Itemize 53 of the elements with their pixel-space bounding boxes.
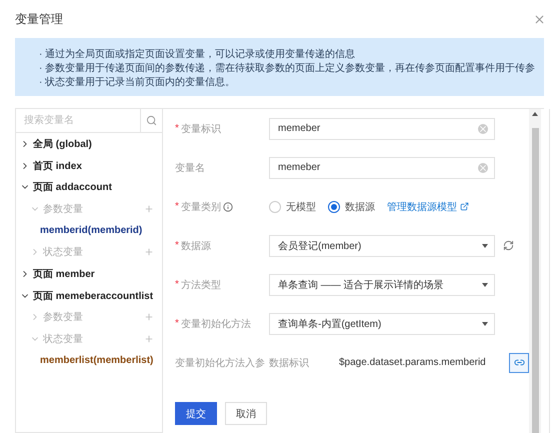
required-mark: * bbox=[175, 240, 179, 251]
refresh-icon[interactable] bbox=[503, 240, 514, 251]
external-link-icon[interactable] bbox=[460, 202, 469, 211]
info-icon[interactable] bbox=[222, 202, 233, 212]
param-label: 数据标识 bbox=[269, 356, 309, 370]
caret-icon bbox=[482, 282, 488, 286]
required-mark: * bbox=[175, 201, 179, 212]
radio-label[interactable]: 数据源 bbox=[345, 200, 375, 214]
select-field[interactable]: 查询单条-内置(getItem) bbox=[269, 312, 495, 334]
required-mark: * bbox=[175, 318, 179, 329]
text-field[interactable]: memeber bbox=[269, 118, 495, 140]
tree-item[interactable]: 首页 index bbox=[33, 158, 82, 173]
field-label: 变量初始化方法入参 bbox=[175, 356, 265, 370]
field-label: 变量初始化方法 bbox=[180, 318, 251, 330]
dialog-title: 变量管理 bbox=[15, 10, 63, 28]
required-mark: * bbox=[175, 123, 179, 134]
manage-link[interactable]: 管理数据源模型 bbox=[387, 200, 469, 214]
link-button[interactable] bbox=[509, 352, 529, 372]
clear-icon[interactable] bbox=[478, 124, 488, 134]
close-icon[interactable] bbox=[533, 12, 546, 26]
field-label: 数据源 bbox=[180, 240, 211, 252]
caret-icon bbox=[482, 244, 488, 248]
field-label: 变量名 bbox=[175, 162, 205, 174]
add-icon[interactable] bbox=[144, 247, 154, 258]
caret-icon bbox=[482, 322, 488, 326]
cancel-button[interactable]: 取消 bbox=[225, 402, 267, 425]
add-icon[interactable] bbox=[144, 204, 154, 214]
radio-button[interactable] bbox=[328, 200, 340, 212]
tree-item[interactable]: 页面 memeberaccountlist bbox=[33, 288, 154, 303]
scrollbar[interactable] bbox=[529, 109, 541, 433]
text-field[interactable]: memeber bbox=[269, 156, 495, 178]
clear-icon[interactable] bbox=[478, 162, 488, 172]
field-label: 方法类型 bbox=[180, 278, 221, 292]
select-field[interactable]: 会员登记(member) bbox=[269, 234, 495, 256]
search-icon bbox=[146, 115, 157, 126]
field-label: 变量标识 bbox=[180, 122, 221, 136]
tree-item[interactable]: 全局 (global) bbox=[33, 136, 92, 151]
notice-line: · 参数变量用于传递页面间的参数传递，需在待获取参数的页面上定义参数变量，再在传参页面配置事件用于传参 bbox=[39, 62, 536, 75]
required-mark: * bbox=[175, 279, 179, 290]
tree-item[interactable]: 页面 addaccount bbox=[33, 180, 112, 194]
notice-line: · 通过为全局页面或指定页面设置变量，可以记录或使用变量传递的信息 bbox=[39, 48, 356, 61]
select-field[interactable]: 单条查询 —— 适合于展示详情的场景 bbox=[269, 274, 495, 296]
radio-label[interactable]: 无模型 bbox=[286, 200, 316, 214]
add-icon[interactable] bbox=[144, 334, 154, 344]
field-label: 变量类别 bbox=[180, 200, 221, 214]
param-value: $page.dataset.params.memberid bbox=[339, 357, 487, 368]
variable-item[interactable]: memberid(memberid) bbox=[40, 225, 142, 236]
notice-line: · 状态变量用于记录当前页面内的变量信息。 bbox=[39, 76, 236, 89]
submit-button[interactable]: 提交 bbox=[175, 402, 217, 425]
variable-item[interactable]: memberlist(memberlist) bbox=[40, 355, 154, 366]
tree-item[interactable]: 页面 member bbox=[33, 266, 95, 281]
add-icon[interactable] bbox=[144, 312, 154, 322]
link-icon bbox=[514, 357, 524, 368]
